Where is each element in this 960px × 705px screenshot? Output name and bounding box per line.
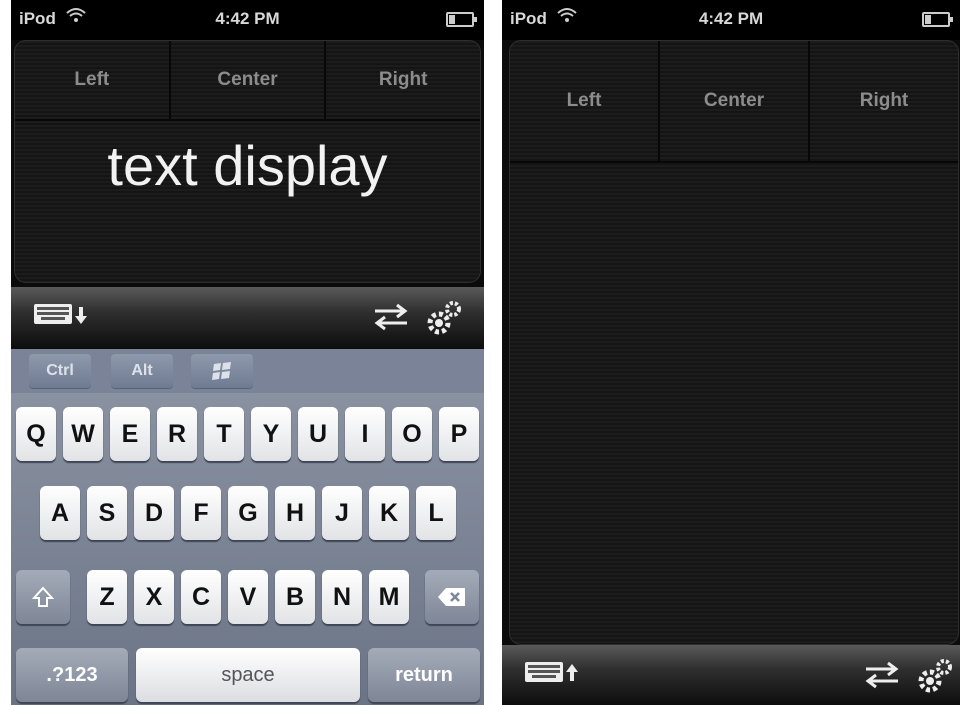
center-click-button[interactable]: Center (660, 41, 810, 161)
swap-icon[interactable] (371, 301, 411, 333)
mouse-button-row: Left Center Right (15, 41, 480, 121)
key-o[interactable]: O (392, 407, 432, 461)
key-f[interactable]: F (181, 486, 221, 540)
ctrl-key[interactable]: Ctrl (29, 354, 91, 388)
touchpad[interactable]: Left Center Right text display (14, 40, 481, 283)
mouse-button-row: Left Center Right (510, 41, 958, 163)
key-y[interactable]: Y (251, 407, 291, 461)
key-e[interactable]: E (110, 407, 150, 461)
return-key[interactable]: return (368, 648, 480, 702)
key-u[interactable]: U (298, 407, 338, 461)
numbers-key[interactable]: .?123 (16, 648, 128, 702)
keyboard-toggle-button[interactable] (524, 659, 586, 687)
status-bar: iPod 4:42 PM (502, 0, 960, 40)
onscreen-keyboard: Ctrl Alt Q W E R T Y U I O P A S D F G H… (11, 349, 484, 705)
arrow-down-icon (75, 307, 87, 324)
touchpad[interactable]: Left Center Right (509, 40, 959, 645)
key-q[interactable]: Q (16, 407, 56, 461)
key-v[interactable]: V (228, 570, 268, 624)
key-x[interactable]: X (134, 570, 174, 624)
center-click-button[interactable]: Center (171, 41, 327, 119)
keyboard-icon (525, 662, 563, 682)
key-r[interactable]: R (157, 407, 197, 461)
gears-icon[interactable] (917, 657, 955, 695)
right-click-button[interactable]: Right (810, 41, 958, 161)
left-click-button[interactable]: Left (510, 41, 660, 161)
windows-logo-icon (212, 362, 231, 380)
battery-icon (922, 12, 953, 27)
clock: 4:42 PM (215, 9, 280, 28)
key-p[interactable]: P (439, 407, 479, 461)
key-s[interactable]: S (87, 486, 127, 540)
alt-key[interactable]: Alt (111, 354, 173, 388)
keyboard-toggle-button[interactable] (33, 301, 95, 329)
right-click-button[interactable]: Right (326, 41, 480, 119)
key-a[interactable]: A (40, 486, 80, 540)
left-click-button[interactable]: Left (15, 41, 171, 119)
key-k[interactable]: K (369, 486, 409, 540)
key-n[interactable]: N (322, 570, 362, 624)
text-display: text display (107, 134, 388, 197)
gears-icon[interactable] (426, 299, 464, 337)
key-h[interactable]: H (275, 486, 315, 540)
phone-screen-keyboard-mode: iPod 4:42 PM Left Center Right text disp… (11, 0, 484, 705)
swap-icon[interactable] (862, 659, 902, 691)
key-c[interactable]: C (181, 570, 221, 624)
key-z[interactable]: Z (87, 570, 127, 624)
key-g[interactable]: G (228, 486, 268, 540)
status-bar: iPod 4:42 PM (11, 0, 484, 40)
key-i[interactable]: I (345, 407, 385, 461)
bottom-toolbar (502, 645, 960, 705)
key-d[interactable]: D (134, 486, 174, 540)
key-b[interactable]: B (275, 570, 315, 624)
bottom-toolbar (11, 287, 484, 349)
key-m[interactable]: M (369, 570, 409, 624)
shift-key[interactable] (16, 570, 70, 624)
space-key[interactable]: space (136, 648, 360, 702)
backspace-icon (438, 588, 465, 606)
battery-icon (446, 12, 477, 27)
key-l[interactable]: L (416, 486, 456, 540)
clock: 4:42 PM (698, 9, 764, 28)
key-w[interactable]: W (63, 407, 103, 461)
key-t[interactable]: T (204, 407, 244, 461)
phone-screen-trackpad-mode: iPod 4:42 PM Left Center Right (502, 0, 960, 705)
backspace-key[interactable] (425, 570, 479, 624)
windows-key[interactable] (191, 354, 253, 388)
modifier-key-row: Ctrl Alt (11, 349, 484, 393)
shift-icon (32, 586, 54, 607)
keyboard-icon (34, 304, 72, 324)
key-j[interactable]: J (322, 486, 362, 540)
arrow-up-icon (566, 664, 578, 681)
